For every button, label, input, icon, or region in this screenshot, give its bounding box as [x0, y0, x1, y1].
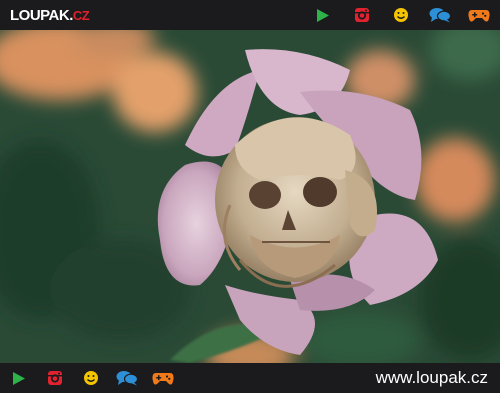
logo-tld: CZ [72, 7, 90, 23]
site-logo[interactable]: LOUPAK. CZ [10, 6, 90, 24]
top-bar: LOUPAK. CZ [0, 0, 500, 30]
smiley-icon[interactable] [390, 6, 412, 24]
site-url-link[interactable]: www.loupak.cz [376, 368, 488, 388]
page: LOUPAK. CZ www.loupak.cz [0, 0, 500, 393]
play-icon[interactable] [8, 369, 30, 387]
bottom-nav-icons [8, 369, 174, 387]
rose-photo [0, 30, 500, 363]
smiley-icon[interactable] [80, 369, 102, 387]
logo-text: LOUPAK. [10, 6, 73, 24]
gamepad-icon[interactable] [152, 369, 174, 387]
instagram-icon[interactable] [351, 6, 373, 24]
bottom-bar: www.loupak.cz [0, 363, 500, 393]
top-nav-icons [312, 6, 490, 24]
play-icon[interactable] [312, 6, 334, 24]
instagram-icon[interactable] [44, 369, 66, 387]
rose-photo-illustration [0, 30, 500, 363]
chat-icon[interactable] [429, 6, 451, 24]
gamepad-icon[interactable] [468, 6, 490, 24]
chat-icon[interactable] [116, 369, 138, 387]
